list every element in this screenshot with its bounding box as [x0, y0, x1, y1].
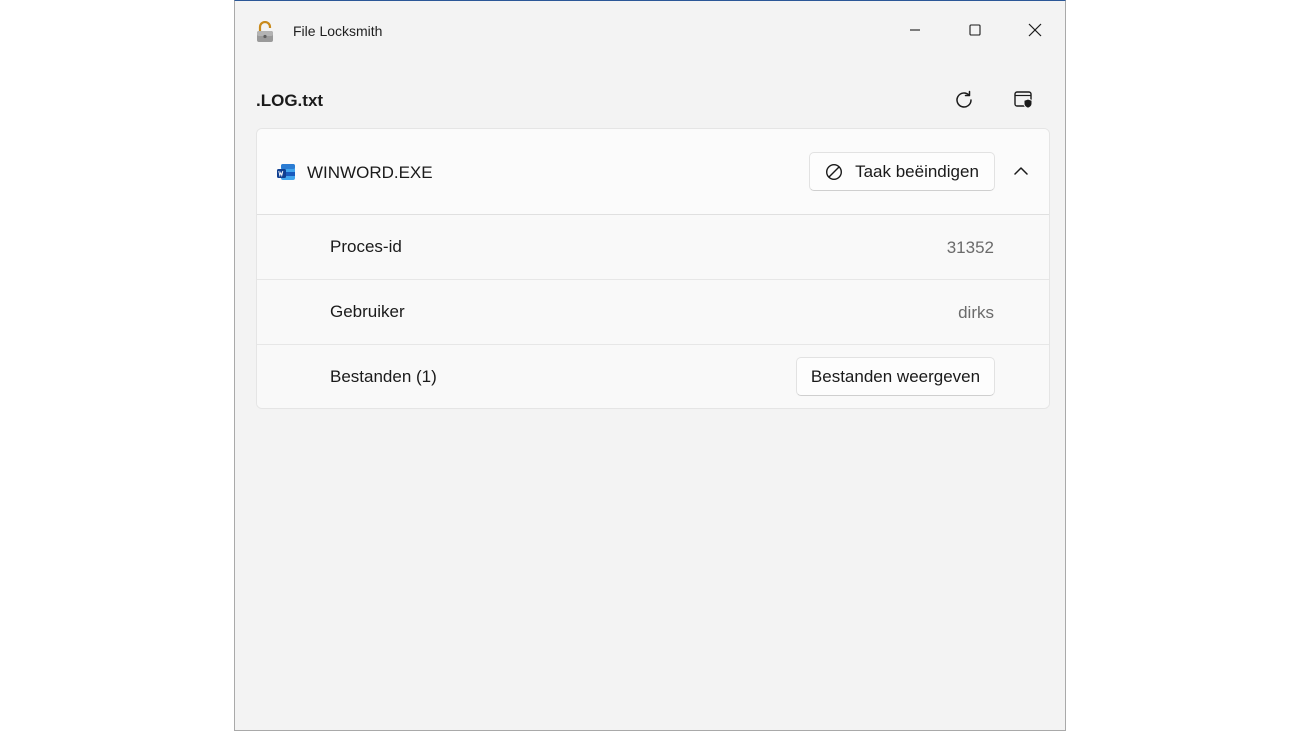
- process-card: WINWORD.EXE Taak beëindigen Proces-id 31…: [256, 128, 1050, 409]
- refresh-button[interactable]: [944, 81, 984, 119]
- maximize-icon: [969, 24, 981, 36]
- restart-as-admin-button[interactable]: [1004, 81, 1044, 119]
- block-icon: [826, 163, 843, 180]
- chevron-up-icon: [1014, 167, 1028, 175]
- minimize-icon: [910, 29, 920, 31]
- window-title: File Locksmith: [293, 23, 383, 39]
- refresh-icon: [956, 90, 972, 108]
- lock-icon: [255, 20, 275, 43]
- process-id-row: Proces-id 31352: [257, 215, 1049, 280]
- process-name: WINWORD.EXE: [307, 163, 433, 182]
- close-icon: [1028, 23, 1042, 37]
- user-label: Gebruiker: [330, 302, 405, 321]
- user-row: Gebruiker dirks: [257, 280, 1049, 345]
- end-task-label: Taak beëindigen: [855, 161, 979, 181]
- show-files-button[interactable]: Bestanden weergeven: [796, 357, 995, 396]
- restart-as-admin-icon: [1014, 91, 1033, 109]
- end-task-button[interactable]: Taak beëindigen: [809, 152, 995, 191]
- word-icon: [276, 162, 296, 182]
- title-bar[interactable]: File Locksmith: [235, 1, 1065, 61]
- files-row: Bestanden (1) Bestanden weergeven: [257, 345, 1049, 408]
- collapse-button[interactable]: [1005, 155, 1037, 187]
- user-value: dirks: [958, 303, 994, 322]
- minimize-button[interactable]: [892, 7, 938, 53]
- maximize-button[interactable]: [952, 7, 998, 53]
- files-label: Bestanden (1): [330, 367, 437, 386]
- close-button[interactable]: [1012, 7, 1058, 53]
- file-locksmith-window: File Locksmith .LOG.txt WINWORD.EXE Taak…: [234, 0, 1066, 731]
- process-id-value: 31352: [946, 238, 994, 257]
- process-id-label: Proces-id: [330, 237, 402, 256]
- file-name-title: .LOG.txt: [256, 91, 324, 110]
- process-card-header[interactable]: WINWORD.EXE Taak beëindigen: [257, 129, 1049, 215]
